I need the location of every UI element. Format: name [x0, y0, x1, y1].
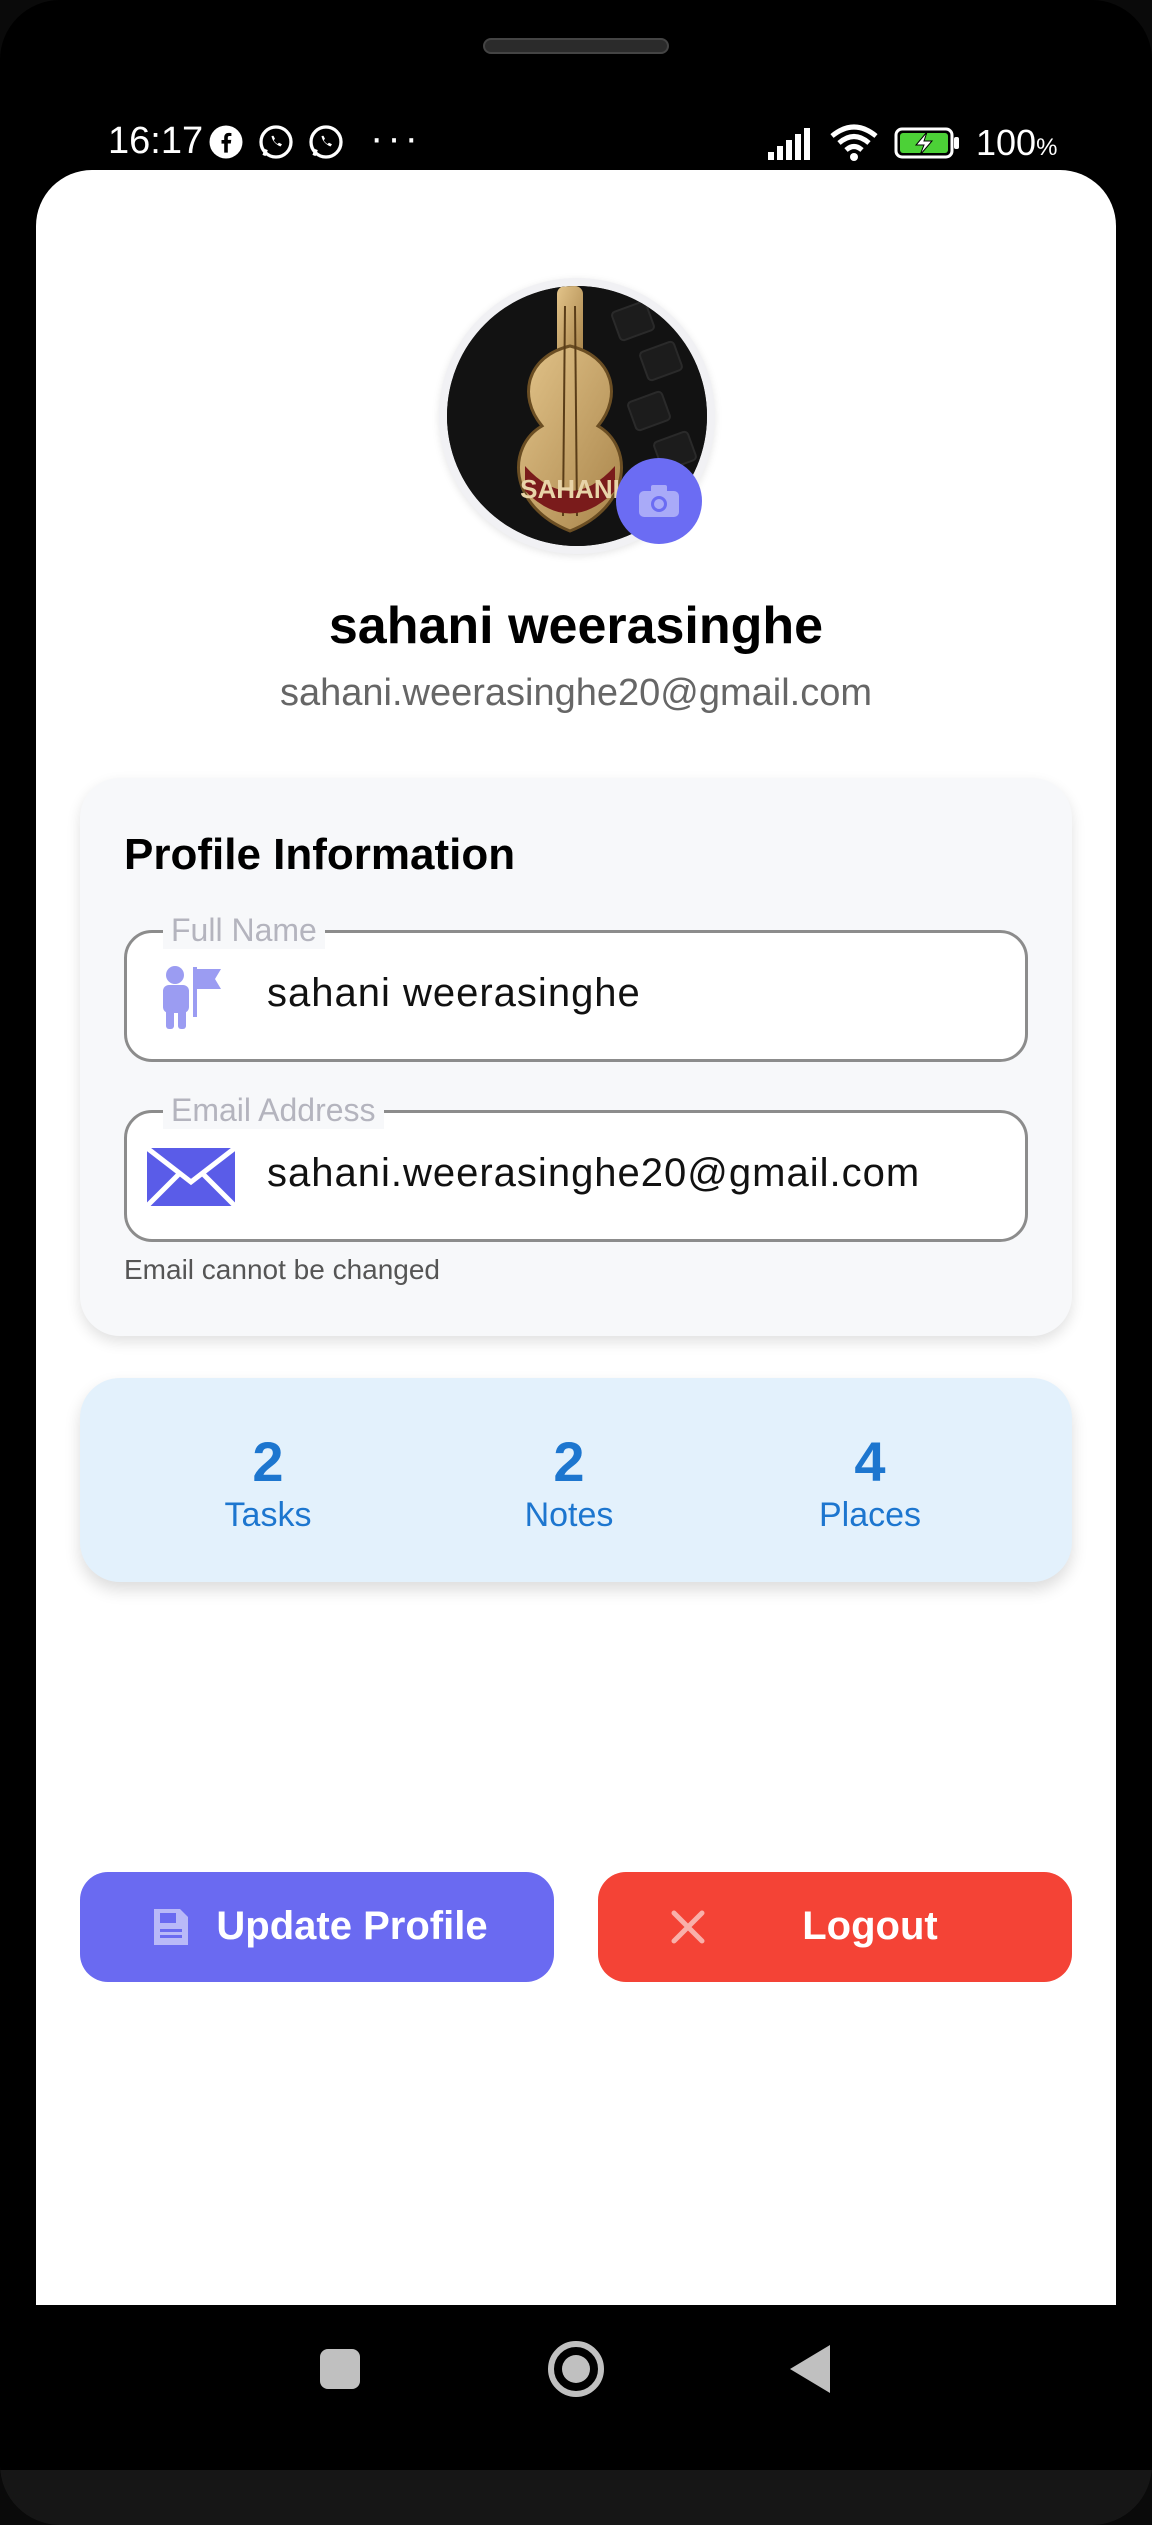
wifi-icon: [830, 124, 878, 161]
back-button[interactable]: [790, 2345, 830, 2393]
battery-charging-icon: [894, 127, 959, 159]
card-title: Profile Information: [124, 830, 516, 879]
phone-frame: 16:17 ··· 100% SAHANI sahani weerasinghe…: [0, 0, 1152, 2525]
stat-value: 2: [252, 1430, 284, 1493]
camera-icon: [639, 485, 679, 517]
update-profile-button[interactable]: Update Profile: [80, 1872, 554, 1982]
logout-label: Logout: [802, 1904, 938, 1948]
stat-places: 4 Places: [720, 1432, 1020, 1538]
full-name-value: sahani weerasinghe: [267, 971, 641, 1015]
signal-icon: [768, 128, 810, 160]
email-value: sahani.weerasinghe20@gmail.com: [267, 1151, 921, 1195]
full-name-label: Full Name: [163, 911, 325, 949]
recents-button[interactable]: [320, 2349, 360, 2389]
status-time: 16:17: [108, 120, 204, 162]
more-notifications-indicator: ···: [370, 116, 422, 160]
stat-value: 4: [854, 1430, 886, 1493]
profile-information-card: Profile Information Full Name sahani wee…: [80, 778, 1072, 1336]
home-button[interactable]: [548, 2341, 604, 2397]
update-profile-label: Update Profile: [216, 1904, 488, 1948]
stat-tasks: 2 Tasks: [118, 1432, 418, 1538]
email-label: Email Address: [163, 1091, 384, 1129]
profile-name: sahani weerasinghe: [328, 597, 824, 655]
facebook-icon: [209, 125, 243, 159]
whatsapp-icon: [309, 125, 343, 159]
full-name-field[interactable]: Full Name sahani weerasinghe: [124, 911, 1028, 1062]
profile-email: sahani.weerasinghe20@gmail.com: [279, 672, 872, 714]
change-photo-button[interactable]: [616, 458, 702, 544]
svg-text:SAHANI: SAHANI: [520, 474, 620, 504]
stat-label: Places: [818, 1496, 922, 1534]
person-flag-icon: [143, 957, 239, 1037]
status-bar: 16:17 ··· 100%: [0, 112, 1152, 172]
email-field: Email Address sahani.weerasinghe20@gmail…: [124, 1091, 1028, 1242]
envelope-icon: [143, 1137, 239, 1217]
stat-notes: 2 Notes: [419, 1432, 719, 1538]
system-navigation-bar: [0, 2305, 1152, 2435]
email-helper-text: Email cannot be changed: [124, 1254, 440, 1285]
battery-percentage: 100%: [976, 122, 1058, 163]
stat-value: 2: [553, 1430, 585, 1493]
earpiece-speaker: [483, 38, 669, 54]
notification-icons: [208, 124, 344, 160]
profile-screen: SAHANI sahani weerasinghe sahani.weerasi…: [36, 170, 1116, 2305]
phone-chin: [0, 2470, 1152, 2525]
system-status-icons: 100%: [766, 122, 1057, 164]
stats-card: 2 Tasks 2 Notes 4 Places: [80, 1378, 1072, 1582]
stat-label: Notes: [524, 1496, 614, 1534]
logout-button[interactable]: Logout: [598, 1872, 1072, 1982]
stat-label: Tasks: [224, 1496, 312, 1534]
whatsapp-icon: [259, 125, 293, 159]
